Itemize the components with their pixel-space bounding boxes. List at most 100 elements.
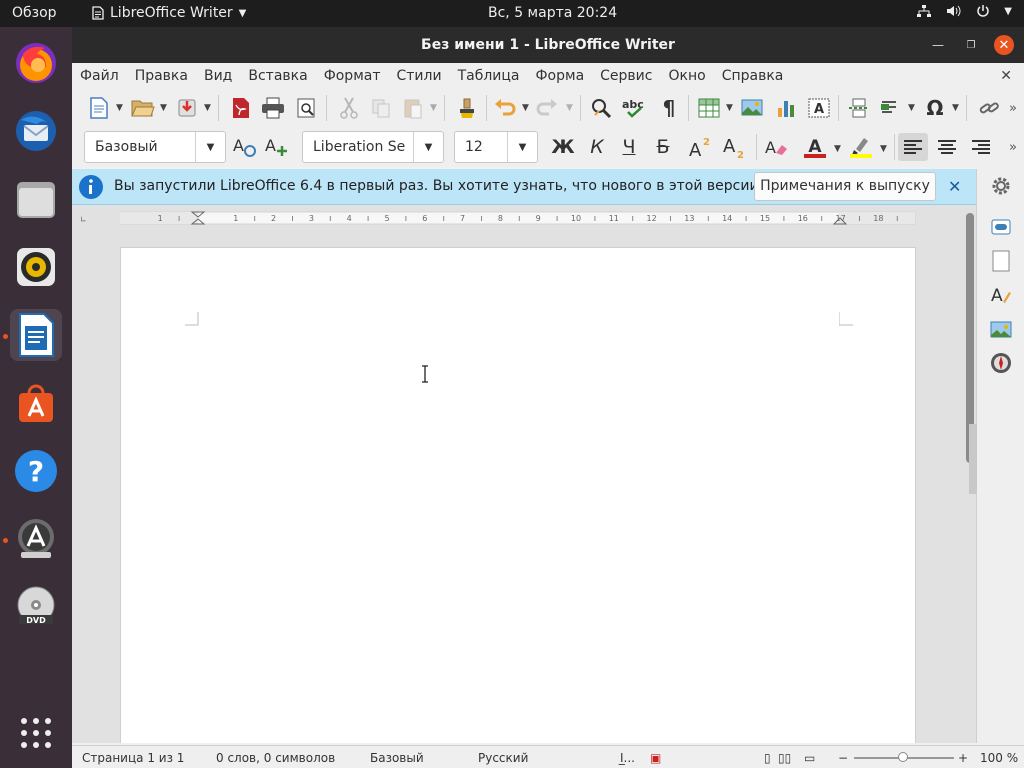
menu-tools[interactable]: Сервис [592,68,660,84]
spelling-button[interactable]: abc [622,95,648,121]
print-preview-button[interactable] [294,95,320,121]
sidebar-styles-button[interactable]: A [989,283,1013,307]
new-style-button[interactable]: A [264,134,290,160]
chevron-down-icon[interactable]: ▼ [430,103,437,113]
highlight-button[interactable] [848,134,874,160]
update-style-button[interactable]: A [232,134,258,160]
save-button[interactable] [174,95,200,121]
italic-button[interactable]: К [584,134,610,160]
menu-styles[interactable]: Стили [389,68,450,84]
more-toolbar-button[interactable]: » [1004,95,1022,121]
insert-hyperlink-button[interactable] [976,95,1002,121]
underline-button[interactable]: Ч [616,134,642,160]
chevron-down-icon[interactable]: ▼ [834,144,841,154]
menu-file[interactable]: Файл [72,68,127,84]
chevron-down-icon[interactable]: ▼ [952,103,959,113]
zoom-level[interactable]: 100 % [980,751,1018,765]
menu-format[interactable]: Формат [316,68,389,84]
page-style[interactable]: Базовый [370,751,424,765]
font-color-button[interactable]: A [802,134,828,160]
horizontal-ruler[interactable]: 1 1 2 3 4 5 6 7 8 9 10 11 12 13 14 15 16 17 18 [120,211,916,225]
release-notes-button[interactable]: Примечания к выпуску [754,172,936,201]
zoom-slider-handle[interactable] [898,752,908,762]
find-replace-button[interactable] [588,95,614,121]
close-document-button[interactable]: ✕ [1000,68,1012,84]
tab-stop-icon[interactable]: ∟ [80,215,87,224]
document-page[interactable] [120,247,916,743]
insert-page-break-button[interactable] [846,95,872,121]
insert-image-button[interactable] [740,95,766,121]
export-pdf-button[interactable] [228,95,254,121]
font-name-combo[interactable]: Liberation Se ▼ [302,131,444,163]
align-center-button[interactable] [934,134,960,160]
bold-button[interactable]: Ж [550,134,576,160]
insert-table-button[interactable] [696,95,722,121]
chevron-down-icon[interactable]: ▼ [413,132,443,162]
sidebar-properties-button[interactable] [989,215,1013,239]
menu-edit[interactable]: Правка [127,68,196,84]
clone-formatting-button[interactable] [454,95,480,121]
chevron-down-icon[interactable]: ▼ [908,103,915,113]
chevron-down-icon[interactable]: ▼ [566,103,573,113]
align-left-button[interactable] [898,133,928,161]
document-area[interactable]: ∟ 1 1 2 3 4 5 6 7 8 9 10 11 12 13 14 15 16 17 18 [72,205,976,743]
minimize-button[interactable]: — [928,35,948,55]
font-size-combo[interactable]: 12 ▼ [454,131,538,163]
updater-launcher[interactable] [10,513,62,565]
sidebar-collapse-handle[interactable] [969,424,977,494]
sidebar-settings-button[interactable] [989,174,1013,198]
dvd-launcher[interactable]: DVD [10,581,62,633]
thunderbird-launcher[interactable] [10,105,62,157]
multi-page-view-icon[interactable]: ▯▯ [778,751,791,765]
align-right-button[interactable] [968,134,994,160]
writer-launcher[interactable] [10,309,62,361]
files-launcher[interactable] [10,173,62,225]
sidebar-page-button[interactable] [989,249,1013,273]
close-infobar-button[interactable]: ✕ [948,177,961,196]
strikethrough-button[interactable]: Б [650,134,676,160]
language[interactable]: Русский [478,751,528,765]
superscript-button[interactable]: A2 [688,134,714,160]
redo-button[interactable] [534,95,560,121]
insert-textbox-button[interactable]: A [806,95,832,121]
menu-view[interactable]: Вид [196,68,240,84]
chevron-down-icon[interactable]: ▼ [522,103,529,113]
chevron-down-icon[interactable]: ▼ [880,144,887,154]
copy-button[interactable] [368,95,394,121]
paste-button[interactable] [400,95,426,121]
chevron-down-icon[interactable]: ▼ [204,103,211,113]
chevron-down-icon[interactable]: ▼ [726,103,733,113]
clear-formatting-button[interactable]: A [764,134,790,160]
rhythmbox-launcher[interactable] [10,241,62,293]
zoom-in-button[interactable]: + [958,751,968,765]
book-view-icon[interactable]: ▭ [804,751,815,765]
chevron-down-icon[interactable]: ▼ [507,132,537,162]
undo-button[interactable] [492,95,518,121]
insert-field-button[interactable] [878,95,904,121]
app-menu[interactable]: LibreOffice Writer ▼ [92,5,246,21]
firefox-launcher[interactable] [10,37,62,89]
page-count[interactable]: Страница 1 из 1 [82,751,184,765]
sidebar-navigator-button[interactable] [989,351,1013,375]
maximize-button[interactable]: ❐ [961,35,981,55]
chevron-down-icon[interactable]: ▼ [160,103,167,113]
software-launcher[interactable] [10,377,62,429]
chevron-down-icon[interactable]: ▼ [195,132,225,162]
menu-form[interactable]: Форма [528,68,593,84]
menu-table[interactable]: Таблица [450,68,528,84]
subscript-button[interactable]: A2 [722,134,748,160]
open-button[interactable] [130,95,156,121]
system-tray[interactable]: ▼ [916,4,1012,18]
new-document-button[interactable] [86,95,112,121]
clock[interactable]: Вс, 5 марта 20:24 [488,5,617,21]
more-formatting-button[interactable]: » [1004,134,1022,160]
menu-window[interactable]: Окно [660,68,713,84]
insert-mode-icon[interactable]: I̲... [620,751,635,765]
special-character-button[interactable]: Ω [922,95,948,121]
cut-button[interactable] [336,95,362,121]
sidebar-gallery-button[interactable] [989,317,1013,341]
print-button[interactable] [260,95,286,121]
single-page-view-icon[interactable]: ▯ [764,751,771,765]
word-count[interactable]: 0 слов, 0 символов [216,751,335,765]
zoom-out-button[interactable]: − [838,751,848,765]
